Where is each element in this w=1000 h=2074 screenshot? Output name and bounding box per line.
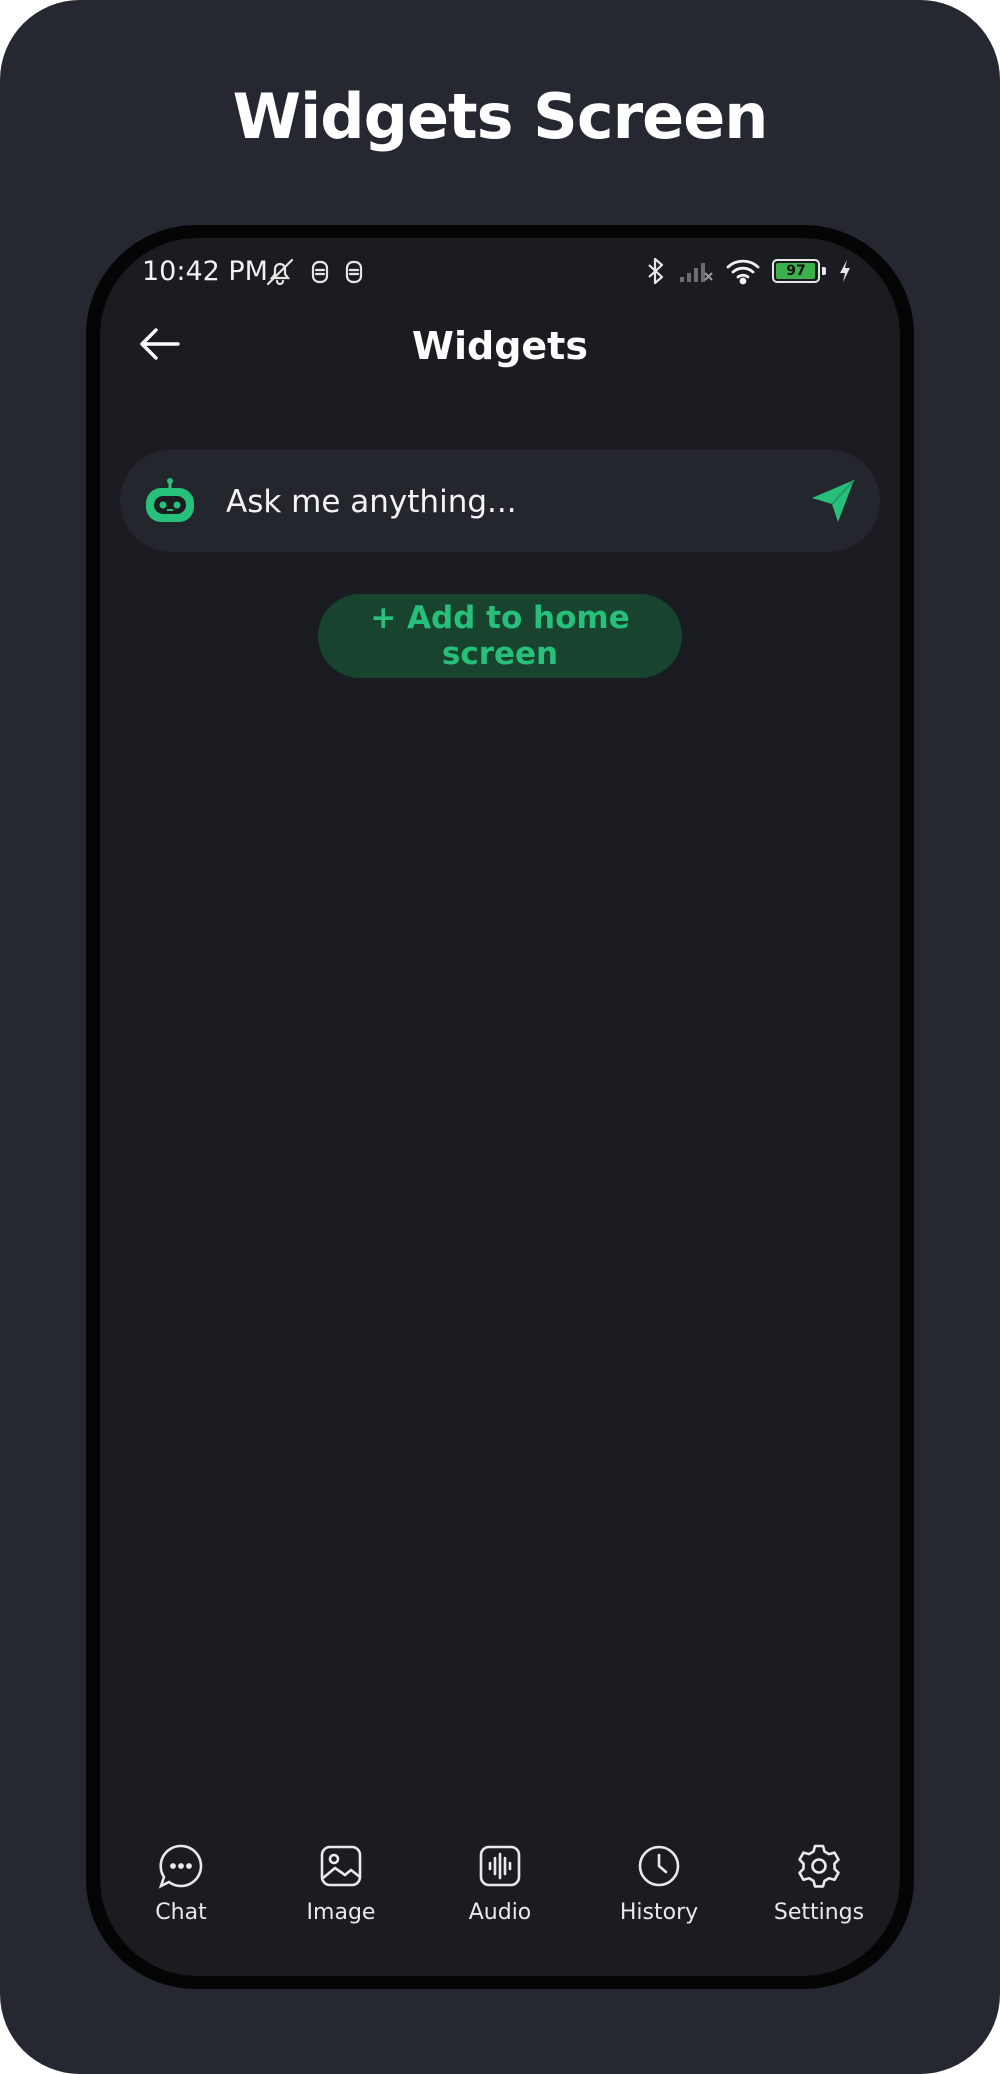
- status-left-icons: [264, 258, 364, 286]
- showcase-headline: Widgets Screen: [232, 80, 769, 153]
- bottom-navigation: Chat Image Audio History Settings: [100, 1826, 900, 1976]
- nav-item-audio[interactable]: Audio: [435, 1842, 565, 1925]
- notification-icon: [344, 259, 364, 285]
- showcase-card: Widgets Screen 10:42 PM 97 Widgets Ask m…: [0, 0, 1000, 2074]
- history-icon: [638, 1845, 680, 1887]
- nav-item-settings[interactable]: Settings: [754, 1842, 884, 1925]
- battery-icon: 97: [772, 259, 820, 283]
- wifi-icon: [726, 257, 760, 285]
- status-time: 10:42 PM: [142, 256, 268, 287]
- page-title: Widgets: [412, 324, 588, 368]
- chat-icon: [158, 1844, 203, 1889]
- bluetooth-icon: [646, 256, 666, 286]
- audio-icon: [479, 1845, 521, 1887]
- nav-label-chat: Chat: [155, 1900, 207, 1925]
- send-icon: [812, 479, 855, 522]
- add-to-home-screen-button[interactable]: + Add to home screen: [318, 594, 682, 678]
- nav-item-history[interactable]: History: [594, 1842, 724, 1925]
- nav-label-audio: Audio: [468, 1900, 532, 1925]
- send-button[interactable]: [808, 476, 858, 526]
- battery-cap: [822, 267, 826, 275]
- status-right-icons: 97: [646, 256, 852, 286]
- nav-label-image: Image: [306, 1900, 376, 1925]
- notification-icon: [310, 259, 330, 285]
- nav-label-settings: Settings: [773, 1900, 865, 1925]
- robot-icon: [144, 478, 196, 524]
- battery-level: 97: [786, 263, 806, 279]
- phone-screen: 10:42 PM 97 Widgets Ask me anything... +…: [100, 238, 900, 1976]
- ask-input[interactable]: [224, 476, 788, 528]
- nav-item-image[interactable]: Image: [276, 1842, 406, 1925]
- charging-icon: [838, 259, 852, 283]
- nav-item-chat[interactable]: Chat: [116, 1842, 246, 1925]
- nav-label-history: History: [619, 1900, 699, 1925]
- mute-icon: [264, 258, 296, 286]
- settings-icon: [798, 1844, 840, 1888]
- image-icon: [320, 1845, 362, 1887]
- signal-icon: [678, 258, 714, 284]
- ask-widget[interactable]: [120, 450, 880, 552]
